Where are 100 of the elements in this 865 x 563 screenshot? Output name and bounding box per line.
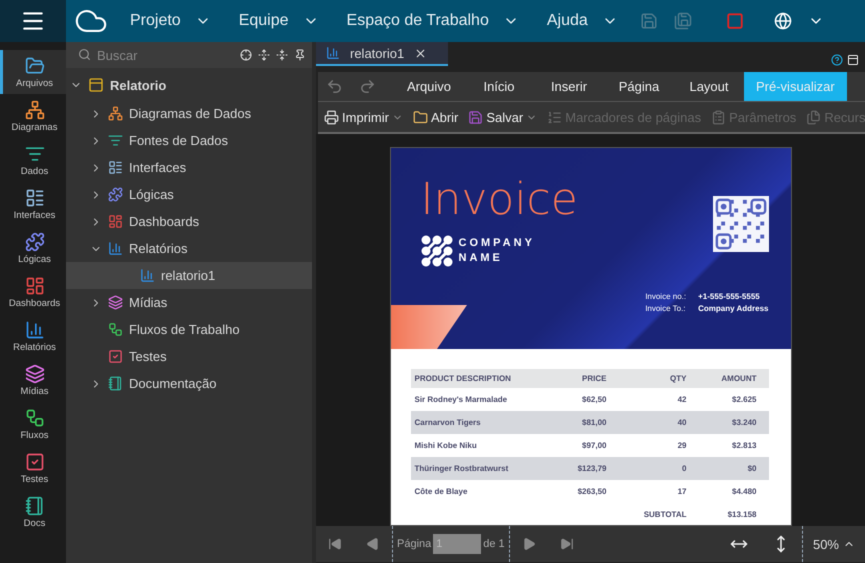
tree-item[interactable]: Lógicas (66, 181, 312, 208)
tree-item[interactable]: Documentação (66, 370, 312, 397)
resources-icon (806, 110, 822, 124)
meta-value: +1-555-555-5555 (698, 292, 761, 301)
ribbon-tab[interactable]: Página (604, 72, 674, 101)
rail-item[interactable]: Mídias (0, 358, 66, 402)
rail-item[interactable]: Arquivos (0, 50, 66, 94)
table-cell-text: $62,50 (581, 395, 608, 404)
tree-item[interactable]: Mídias (66, 289, 312, 316)
table-cell-text: $2.813 (731, 441, 758, 450)
table-cell-text: Côte de Blaye (414, 487, 468, 496)
table-cell-text: Mishi Kobe Niku (414, 441, 478, 450)
tree-item[interactable]: Fluxos de Trabalho (66, 316, 312, 343)
column-header: AMOUNT (720, 374, 758, 383)
subtotal-value: $13.158 (726, 510, 758, 518)
save-icon (468, 110, 484, 124)
bar-chart-icon (326, 46, 340, 60)
rail-item[interactable]: Fluxos (0, 402, 66, 446)
tree-item[interactable]: relatorio1 (66, 262, 312, 289)
redo-icon (359, 78, 376, 95)
top-menu[interactable]: Ajuda (532, 0, 632, 42)
media-icon (24, 364, 44, 384)
rail-item[interactable]: Dados (0, 138, 66, 182)
top-menu[interactable]: Projeto (116, 0, 225, 42)
toolbar-button[interactable]: Imprimir (324, 110, 403, 124)
collapse-icon[interactable] (276, 49, 288, 61)
flows-icon (24, 408, 44, 428)
logic-icon (24, 232, 44, 252)
media-icon (108, 295, 123, 310)
docs-icon (108, 376, 123, 391)
tree-item[interactable]: Diagramas de Dados (66, 100, 312, 127)
search-field[interactable]: Buscar (66, 42, 236, 68)
triangle-left-icon (366, 537, 380, 551)
rail-item[interactable]: Docs (0, 490, 66, 534)
tree-item[interactable]: Testes (66, 343, 312, 370)
meta-label: Invoice no.: (645, 292, 686, 301)
skip-forward-icon (560, 537, 574, 551)
logic-icon (108, 187, 123, 202)
table-cell-text: 42 (676, 395, 688, 404)
editor-tab[interactable]: relatorio1 (316, 42, 448, 66)
subtotal-label: SUBTOTAL (642, 510, 688, 518)
top-menu[interactable]: Equipe (224, 0, 333, 42)
rail-item[interactable]: Interfaces (0, 182, 66, 226)
diagrams-icon (24, 100, 44, 120)
rail-item[interactable]: Relatórios (0, 314, 66, 358)
files-icon (24, 56, 44, 76)
page-count: de 1 (483, 538, 505, 550)
table-cell-text: Thüringer Rostbratwurst (414, 464, 510, 473)
window-icon[interactable] (847, 54, 859, 66)
menu-button[interactable] (0, 0, 66, 42)
table-cell-text: $3.240 (731, 418, 758, 427)
interfaces-icon (24, 188, 44, 208)
invoice-title: Invoice (420, 174, 579, 225)
reports-icon (108, 241, 123, 256)
table-cell-text: $4.480 (731, 487, 758, 496)
table-cell-text: 0 (681, 464, 688, 473)
flows-icon (108, 322, 123, 337)
crosshair-icon[interactable] (240, 49, 252, 61)
search-icon (78, 48, 91, 61)
toolbar-button[interactable]: Salvar (468, 110, 538, 124)
qr-code-icon (712, 196, 768, 252)
page-label: Página (397, 538, 432, 550)
table-cell-text: $123,79 (576, 464, 608, 473)
undo-icon (326, 78, 343, 95)
rail-item[interactable]: Testes (0, 446, 66, 490)
dashboards-icon (24, 276, 44, 296)
table-cell-text: $81,00 (581, 418, 608, 427)
open-icon (412, 110, 428, 124)
zoom-button[interactable]: 50% (802, 526, 865, 562)
dashboards-icon (108, 214, 123, 229)
close-icon[interactable] (414, 46, 428, 60)
top-menu[interactable]: Espaço de Trabalho (332, 0, 533, 42)
device-icon (88, 77, 104, 93)
rail-item[interactable]: Lógicas (0, 226, 66, 270)
tree-item[interactable]: Dashboards (66, 208, 312, 235)
tests-icon (24, 452, 44, 472)
ribbon-tab[interactable]: Arquivo (394, 72, 464, 101)
params-icon (711, 110, 726, 124)
table-cell-text: 40 (676, 418, 688, 427)
table-cell-text: $0 (746, 464, 758, 473)
ribbon-tab[interactable]: Início (464, 72, 534, 101)
tree-item[interactable]: Fontes de Dados (66, 127, 312, 154)
diagrams-icon (108, 106, 123, 121)
toolbar-button[interactable]: Abrir (412, 110, 458, 124)
tree-root[interactable]: Relatorio (66, 70, 312, 100)
table-cell-text: Carnarvon Tigers (414, 418, 482, 427)
globe-icon[interactable] (774, 12, 792, 30)
data-icon (108, 133, 123, 148)
rail-item[interactable]: Dashboards (0, 270, 66, 314)
column-header: PRODUCT DESCRIPTION (414, 374, 512, 383)
table-cell-text: $2.625 (731, 395, 758, 404)
rail-item[interactable]: Diagramas (0, 94, 66, 138)
pin-icon[interactable] (294, 49, 306, 61)
tree-item[interactable]: Interfaces (66, 154, 312, 181)
tree-item[interactable]: Relatórios (66, 235, 312, 262)
help-icon[interactable] (831, 54, 843, 66)
expand-icon[interactable] (258, 49, 270, 61)
skip-back-icon (328, 537, 342, 551)
ribbon-tab[interactable]: Layout (674, 72, 744, 101)
ribbon-tab[interactable]: Inserir (534, 72, 604, 101)
